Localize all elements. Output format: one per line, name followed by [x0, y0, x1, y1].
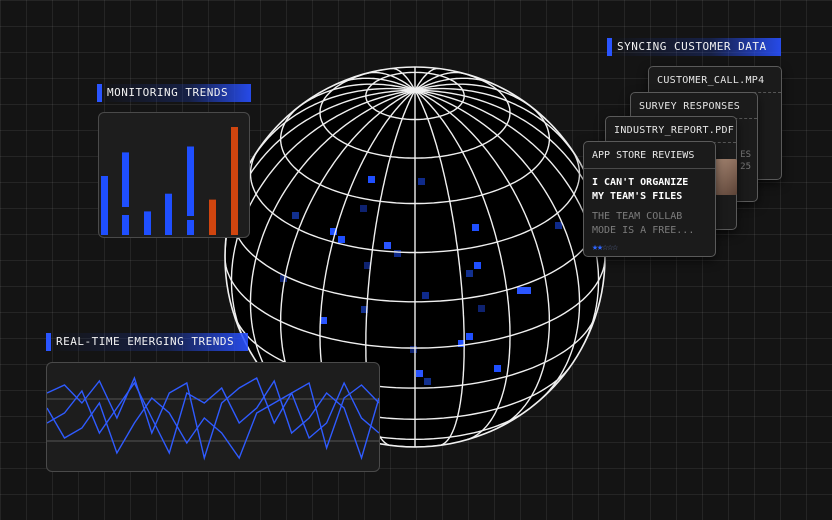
side-text: ES [740, 150, 751, 160]
data-point [424, 378, 431, 385]
data-point [474, 262, 481, 269]
trend-bar [101, 176, 108, 235]
syncing-customer-data-label: SYNCING CUSTOMER DATA [607, 38, 781, 56]
data-point [494, 365, 501, 372]
data-point [555, 222, 562, 229]
trend-bar [209, 199, 216, 235]
side-text: 25 [740, 162, 751, 172]
data-point [422, 292, 429, 299]
review-body-line: THE TEAM COLLAB [592, 211, 683, 222]
trend-bar [144, 211, 151, 235]
card-app-store-reviews[interactable]: APP STORE REVIEWS I CAN'T ORGANIZE MY TE… [583, 141, 716, 257]
trend-bar [122, 152, 129, 235]
star-icon: ☆ [612, 242, 618, 253]
data-point [410, 346, 417, 353]
bar-gap [122, 207, 129, 215]
report-thumbnail [715, 159, 737, 195]
card-title: INDUSTRY_REPORT.PDF [614, 125, 735, 136]
trend-line [47, 379, 379, 461]
card-title: CUSTOMER_CALL.MP4 [657, 75, 765, 86]
emerging-trends-label: REAL-TIME EMERGING TRENDS [46, 333, 248, 351]
data-point [394, 250, 401, 257]
data-point [368, 176, 375, 183]
data-point [517, 287, 531, 294]
bar-gap [187, 216, 194, 220]
emerging-trends-chart [46, 362, 380, 472]
monitoring-trends-label: MONITORING TRENDS [97, 84, 251, 102]
review-body-line: MODE IS A FREE... [592, 225, 695, 236]
star-rating: ★★☆☆☆ [584, 238, 715, 253]
data-point [418, 178, 425, 185]
data-point [292, 212, 299, 219]
trend-bar [165, 193, 172, 235]
trend-line [47, 381, 379, 460]
review-title-line: I CAN'T ORGANIZE [592, 177, 689, 188]
data-point [416, 370, 423, 377]
card-title: SURVEY RESPONSES [639, 101, 741, 112]
data-point [472, 224, 479, 231]
trend-bar [231, 127, 238, 235]
data-point [338, 236, 345, 243]
data-point [466, 270, 473, 277]
review-title-line: MY TEAM'S FILES [592, 191, 683, 202]
data-point [478, 305, 485, 312]
data-point [466, 333, 473, 340]
data-point [360, 205, 367, 212]
card-head: APP STORE REVIEWS [584, 142, 715, 169]
monitoring-trends-chart [98, 112, 250, 238]
data-point [384, 242, 391, 249]
trend-bar [187, 146, 194, 235]
